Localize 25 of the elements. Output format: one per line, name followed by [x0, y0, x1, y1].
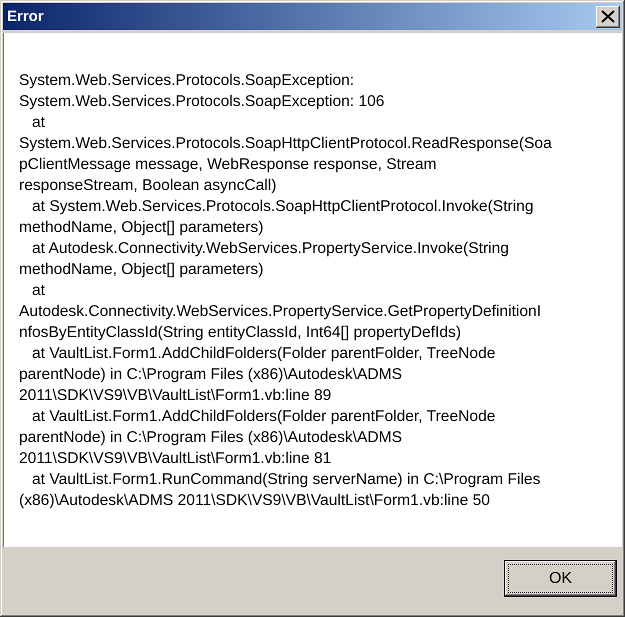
error-message-line: 2011\SDK\VS9\VB\VaultList\Form1.vb:line 89 [19, 386, 332, 406]
error-message-line: System.Web.Services.Protocols.SoapException: 106 [19, 92, 384, 112]
error-message-line: at [30, 281, 46, 301]
ok-button[interactable]: OK [504, 560, 617, 597]
window-title: Error [7, 8, 44, 26]
error-message-line: at VaultList.Form1.AddChildFolders(Folder parentFolder, TreeNode [30, 344, 496, 364]
error-message-line: Autodesk.Connectivity.WebServices.PropertyService.GetPropertyDefinitionI [19, 302, 542, 322]
error-message-line: at [30, 113, 46, 133]
close-icon [601, 10, 615, 23]
error-message-line: at VaultList.Form1.RunCommand(String serverName) in C:\Program Files [30, 470, 540, 490]
error-message-line: at Autodesk.Connectivity.WebServices.PropertyService.Invoke(String [30, 239, 509, 259]
error-message-line: parentNode) in C:\Program Files (x86)\Autodesk\ADMS [19, 428, 402, 448]
error-message-line: methodName, Object[] parameters) [19, 218, 264, 238]
error-message-line: pClientMessage message, WebResponse response, Stream [19, 155, 436, 175]
close-button[interactable] [596, 6, 620, 28]
error-message-line: parentNode) in C:\Program Files (x86)\Autodesk\ADMS [19, 365, 402, 385]
error-message-line: 2011\SDK\VS9\VB\VaultList\Form1.vb:line 81 [19, 449, 332, 469]
error-message-line: nfosByEntityClassId(String entityClassId, Int64[] propertyDefIds) [19, 323, 462, 343]
error-message-line: methodName, Object[] parameters) [19, 260, 264, 280]
error-message-line: System.Web.Services.Protocols.SoapException: [19, 71, 354, 91]
error-message-line: at VaultList.Form1.AddChildFolders(Folder parentFolder, TreeNode [30, 407, 496, 427]
error-message-line: responseStream, Boolean asyncCall) [19, 176, 276, 196]
error-message-line: at System.Web.Services.Protocols.SoapHttpClientProtocol.Invoke(String [30, 197, 534, 217]
error-message-line: System.Web.Services.Protocols.SoapHttpClientProtocol.ReadResponse(Soa [19, 134, 552, 154]
error-message-line: (x86)\Autodesk\ADMS 2011\SDK\VS9\VB\VaultList\Form1.vb:line 50 [19, 491, 490, 511]
